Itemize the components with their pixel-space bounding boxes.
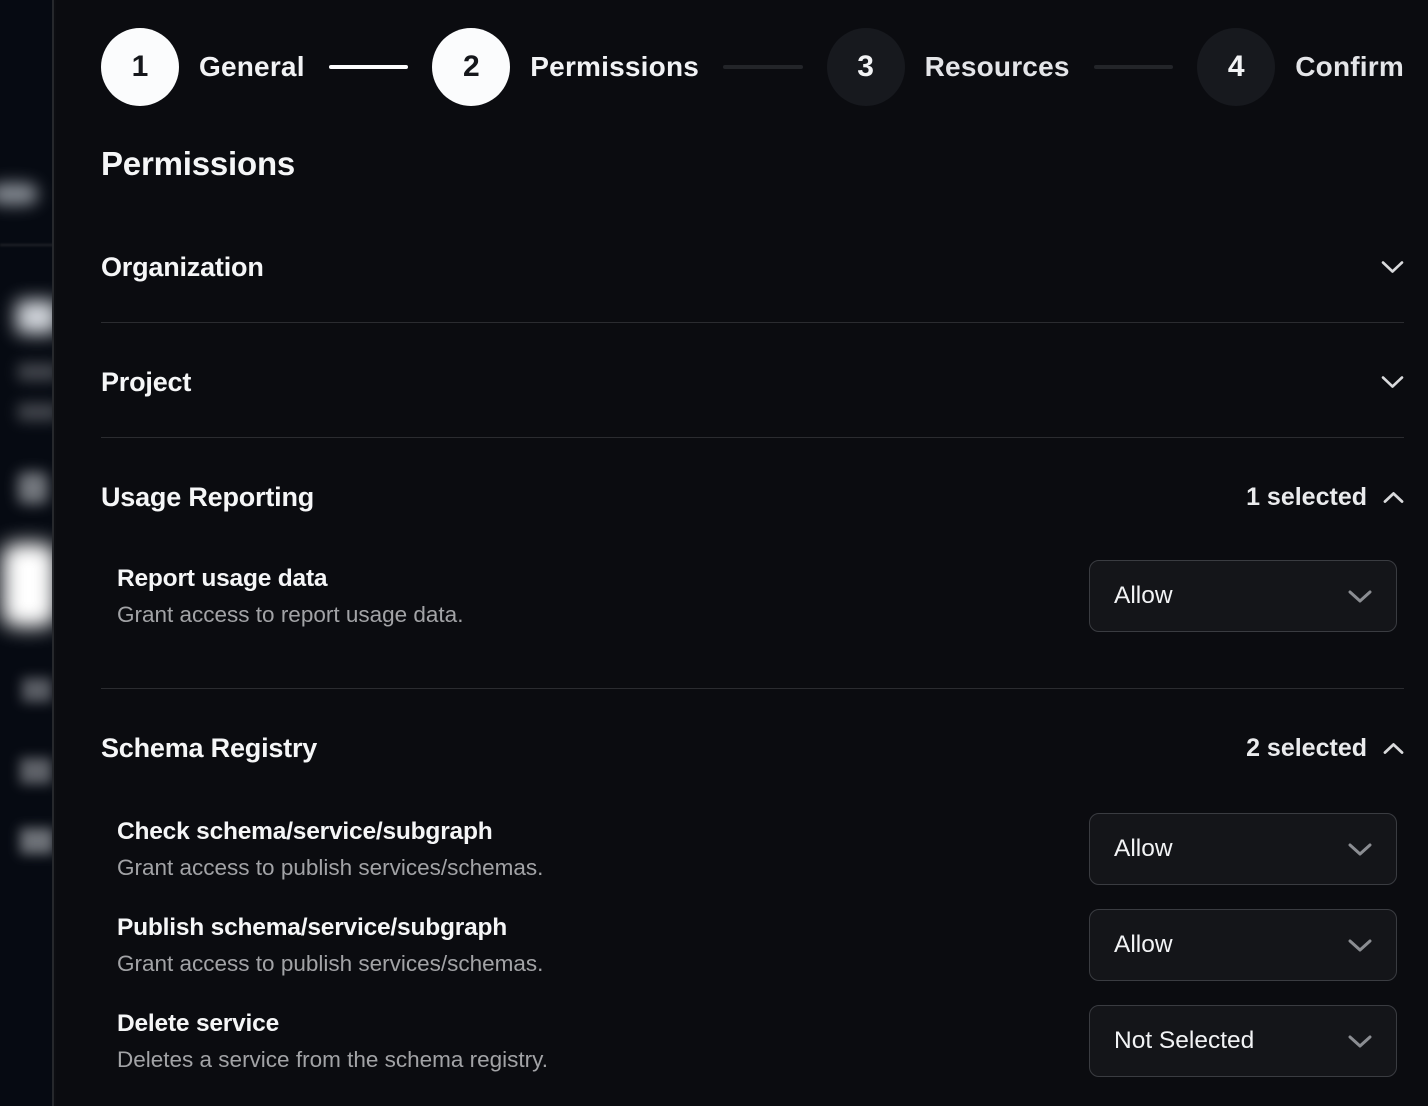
permission-items: Check schema/service/subgraph Grant acce… bbox=[101, 813, 1404, 1077]
permission-select-check-schema[interactable]: Allow bbox=[1089, 813, 1397, 885]
step-label: Resources bbox=[925, 51, 1070, 83]
sidebar-blur-blob bbox=[0, 183, 38, 205]
permission-description: Grant access to report usage data. bbox=[117, 602, 463, 628]
step-label: General bbox=[199, 51, 305, 83]
permission-title: Publish schema/service/subgraph bbox=[117, 913, 543, 943]
chevron-up-icon[interactable] bbox=[1383, 491, 1404, 504]
section-project: Project bbox=[101, 323, 1404, 438]
chevron-up-icon[interactable] bbox=[1383, 742, 1404, 755]
sidebar-blur-blob bbox=[18, 403, 54, 421]
sidebar-blur-blob bbox=[16, 300, 54, 334]
sidebar-blur-blob bbox=[18, 472, 48, 504]
sidebar-blur-blob bbox=[20, 828, 54, 854]
permission-select-publish-schema[interactable]: Allow bbox=[1089, 909, 1397, 981]
step-number-badge[interactable]: 1 bbox=[101, 28, 179, 106]
section-title: Usage Reporting bbox=[101, 482, 314, 512]
permission-description: Grant access to publish services/schemas… bbox=[117, 951, 543, 977]
permission-description: Deletes a service from the schema regist… bbox=[117, 1047, 548, 1073]
step-permissions[interactable]: 2 Permissions bbox=[432, 28, 699, 106]
section-title: Organization bbox=[101, 252, 264, 282]
sidebar-blur-blob bbox=[22, 678, 52, 702]
permission-title: Check schema/service/subgraph bbox=[117, 817, 543, 847]
section-header-schema-registry[interactable]: Schema Registry 2 selected bbox=[101, 733, 1404, 763]
step-label: Confirm bbox=[1295, 51, 1404, 83]
sidebar-blur-blob bbox=[20, 758, 52, 784]
permission-description: Grant access to publish services/schemas… bbox=[117, 855, 543, 881]
permission-row-publish-schema: Publish schema/service/subgraph Grant ac… bbox=[101, 909, 1404, 981]
step-resources[interactable]: 3 Resources bbox=[827, 28, 1070, 106]
section-organization: Organization bbox=[101, 208, 1404, 323]
sidebar-active-item-glow bbox=[2, 543, 54, 627]
permission-text: Report usage data Grant access to report… bbox=[101, 564, 463, 628]
step-number-badge[interactable]: 2 bbox=[432, 28, 510, 106]
chevron-down-icon[interactable] bbox=[1348, 1035, 1372, 1048]
wizard-panel: 1 General 2 Permissions 3 Resources 4 Co… bbox=[56, 0, 1428, 1106]
page-title: Permissions bbox=[101, 144, 1404, 184]
section-schema-registry: Schema Registry 2 selected Check schema/… bbox=[101, 689, 1404, 1101]
step-confirm[interactable]: 4 Confirm bbox=[1197, 28, 1404, 106]
section-title: Schema Registry bbox=[101, 733, 317, 763]
permission-select-delete-service[interactable]: Not Selected bbox=[1089, 1005, 1397, 1077]
step-connector bbox=[1094, 65, 1174, 69]
permission-text: Check schema/service/subgraph Grant acce… bbox=[101, 817, 543, 881]
select-value: Allow bbox=[1114, 931, 1173, 959]
step-number-badge[interactable]: 4 bbox=[1197, 28, 1275, 106]
selected-count-label: 1 selected bbox=[1246, 483, 1367, 512]
permission-row-delete-service: Delete service Deletes a service from th… bbox=[101, 1005, 1404, 1077]
section-usage-reporting: Usage Reporting 1 selected Report usage … bbox=[101, 438, 1404, 689]
section-header-organization[interactable]: Organization bbox=[101, 252, 1404, 282]
chevron-down-icon[interactable] bbox=[1348, 590, 1372, 603]
permission-title: Report usage data bbox=[117, 564, 463, 594]
section-title: Project bbox=[101, 367, 191, 397]
step-general[interactable]: 1 General bbox=[101, 28, 305, 106]
select-value: Allow bbox=[1114, 582, 1173, 610]
select-value: Allow bbox=[1114, 835, 1173, 863]
section-header-project[interactable]: Project bbox=[101, 367, 1404, 397]
step-connector bbox=[723, 65, 803, 69]
permission-title: Delete service bbox=[117, 1009, 548, 1039]
chevron-down-icon[interactable] bbox=[1348, 843, 1372, 856]
wizard-stepper: 1 General 2 Permissions 3 Resources 4 Co… bbox=[101, 28, 1404, 106]
chevron-down-icon[interactable] bbox=[1381, 260, 1404, 274]
permission-items: Report usage data Grant access to report… bbox=[101, 560, 1404, 632]
select-value: Not Selected bbox=[1114, 1027, 1254, 1055]
step-connector bbox=[329, 65, 409, 69]
permission-text: Publish schema/service/subgraph Grant ac… bbox=[101, 913, 543, 977]
chevron-down-icon[interactable] bbox=[1348, 939, 1372, 952]
permission-select-report-usage-data[interactable]: Allow bbox=[1089, 560, 1397, 632]
step-number-badge[interactable]: 3 bbox=[827, 28, 905, 106]
section-header-usage-reporting[interactable]: Usage Reporting 1 selected bbox=[101, 482, 1404, 512]
permission-row-check-schema: Check schema/service/subgraph Grant acce… bbox=[101, 813, 1404, 885]
app-sidebar-blurred bbox=[0, 0, 54, 1106]
section-selected-count[interactable]: 1 selected bbox=[1246, 483, 1404, 512]
sidebar-blur-blob bbox=[18, 363, 54, 381]
permission-text: Delete service Deletes a service from th… bbox=[101, 1009, 548, 1073]
section-selected-count[interactable]: 2 selected bbox=[1246, 734, 1404, 763]
selected-count-label: 2 selected bbox=[1246, 734, 1367, 763]
sidebar-divider bbox=[0, 244, 54, 246]
step-label: Permissions bbox=[530, 51, 699, 83]
chevron-down-icon[interactable] bbox=[1381, 375, 1404, 389]
permission-row-report-usage-data: Report usage data Grant access to report… bbox=[101, 560, 1404, 632]
